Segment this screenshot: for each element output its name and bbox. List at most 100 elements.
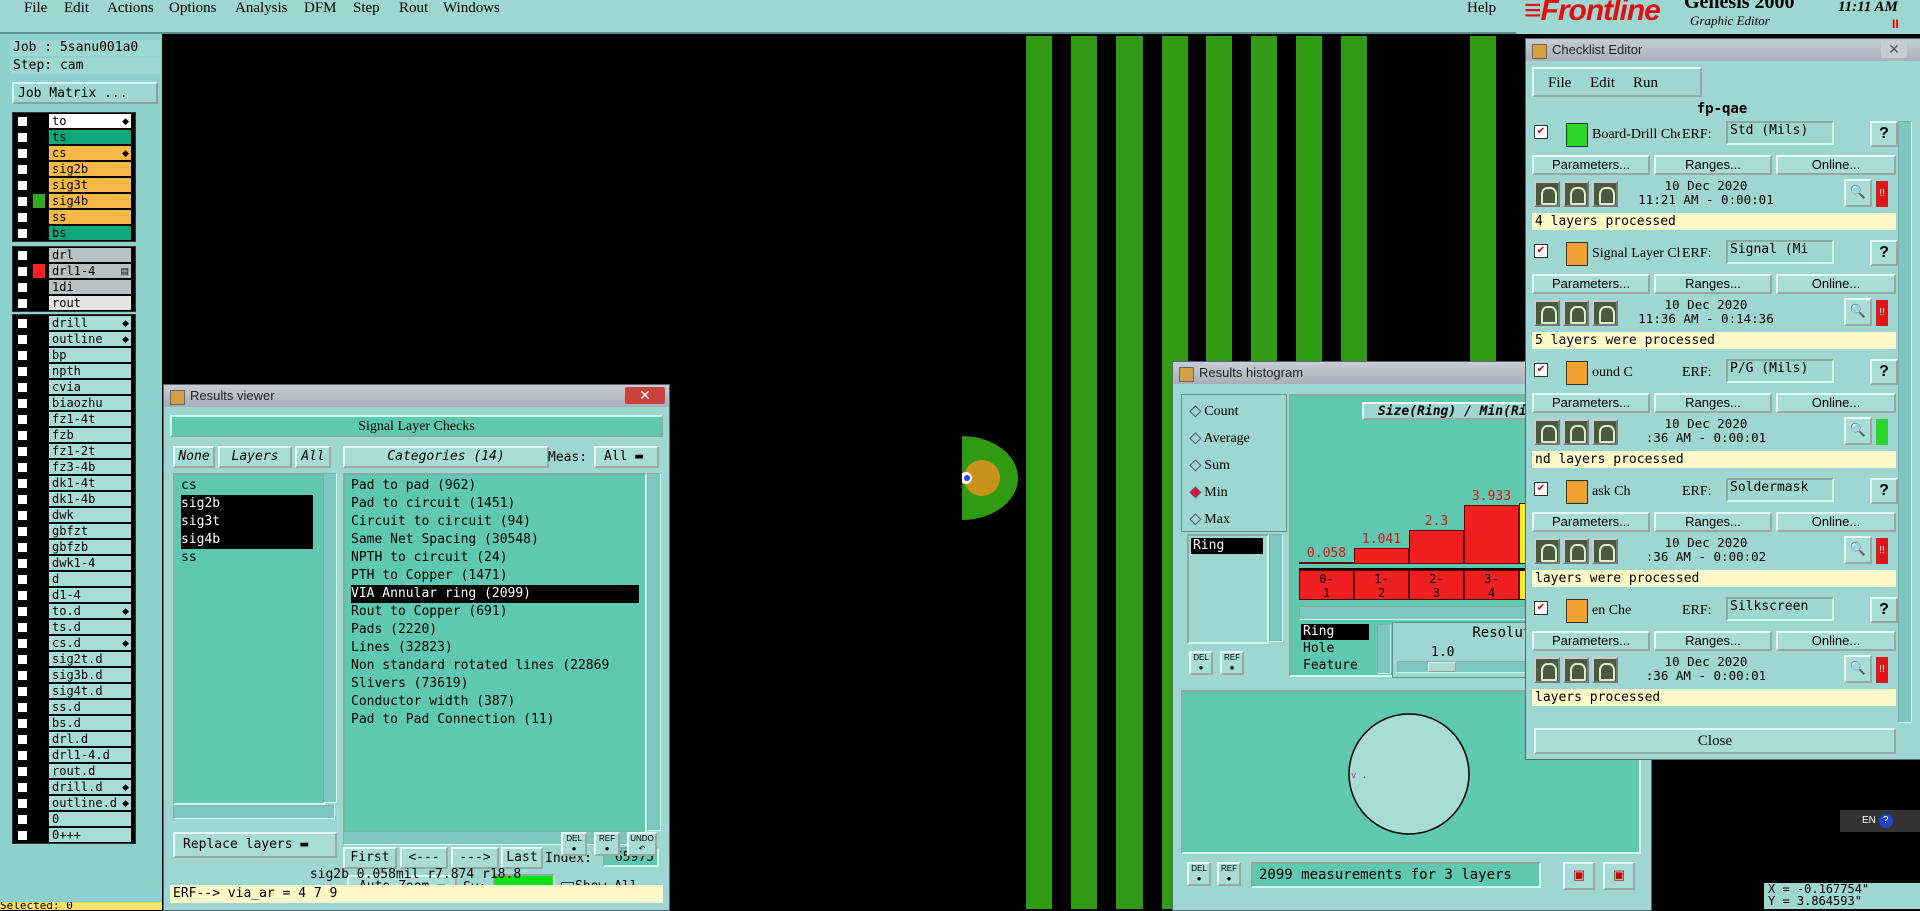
menu-options[interactable]: Options <box>169 0 217 16</box>
layer-checkbox[interactable] <box>17 718 28 729</box>
check-enable-checkbox[interactable]: ✔ <box>1534 601 1548 615</box>
category-item[interactable]: Lines (32823) <box>351 639 639 657</box>
category-item[interactable]: Pad to circuit (1451) <box>351 495 639 513</box>
layer-name[interactable]: gbfzt <box>49 524 131 538</box>
layer-name[interactable]: 0+++ <box>49 828 131 842</box>
layer-name[interactable]: dk1-4b <box>49 492 131 506</box>
menu-dfm[interactable]: DFM <box>304 0 337 16</box>
online-button[interactable]: Online... <box>1776 512 1896 532</box>
via-pad[interactable] <box>962 436 1018 520</box>
layer-row-1di[interactable]: 1di <box>13 279 135 295</box>
layer-row-dk1-4b[interactable]: dk1-4b <box>13 491 135 507</box>
layer-name[interactable]: drl.d <box>49 732 131 746</box>
help-button[interactable]: ? <box>1870 121 1898 147</box>
layer-checkbox[interactable] <box>17 526 28 537</box>
layer-row-cvia[interactable]: cvia <box>13 379 135 395</box>
category-item[interactable]: Pad to Pad Connection (11) <box>351 711 639 729</box>
layer-checkbox[interactable] <box>17 670 28 681</box>
feature-list[interactable]: Ring Hole Feature <box>1299 624 1375 676</box>
layer-row-to.d[interactable]: to.d ◆ <box>13 603 135 619</box>
layer-row-ss[interactable]: ss <box>13 209 135 225</box>
run-all-icon[interactable] <box>1563 300 1589 326</box>
run-all-icon[interactable] <box>1563 657 1589 683</box>
layer-row-rout.d[interactable]: rout.d <box>13 763 135 779</box>
layer-name[interactable]: drill.d <box>49 780 131 794</box>
layer-list-hscrollbar[interactable] <box>173 805 335 819</box>
layer-row-drl.d[interactable]: drl.d <box>13 731 135 747</box>
layer-checkbox[interactable] <box>17 654 28 665</box>
layer-checkbox[interactable] <box>17 478 28 489</box>
layer-row-outline.d[interactable]: outline.d ◆ <box>13 795 135 811</box>
layer-checkbox[interactable] <box>17 430 28 441</box>
layer-row-outline[interactable]: outline ◆ <box>13 331 135 347</box>
help-button[interactable]: ? <box>1870 359 1898 385</box>
layer-name[interactable]: 0 <box>49 812 131 826</box>
layer-checkbox[interactable] <box>17 398 28 409</box>
layer-row-dk1-4t[interactable]: dk1-4t <box>13 475 135 491</box>
layer-name[interactable]: ss.d <box>49 700 131 714</box>
layer-row-sig3t[interactable]: sig3t <box>13 177 135 193</box>
layer-row-drl1-4.d[interactable]: drl1-4.d <box>13 747 135 763</box>
layer-row-fz3-4b[interactable]: fz3-4b <box>13 459 135 475</box>
results-icon[interactable] <box>1592 419 1618 445</box>
layer-row-dwk[interactable]: dwk <box>13 507 135 523</box>
layer-row-bs.d[interactable]: bs.d <box>13 715 135 731</box>
layer-checkbox[interactable] <box>17 494 28 505</box>
category-item[interactable]: Pad to pad (962) <box>351 477 639 495</box>
meas-dropdown[interactable]: All ▬ <box>594 446 659 468</box>
layer-name[interactable]: sig2t.d <box>49 652 131 666</box>
layer-checkbox[interactable] <box>17 414 28 425</box>
run-all-icon[interactable] <box>1563 181 1589 207</box>
layer-row-drill.d[interactable]: drill.d ◆ <box>13 779 135 795</box>
layer-checkbox[interactable] <box>17 622 28 633</box>
erf-field[interactable]: Std (Mils) <box>1726 121 1834 145</box>
layer-row-npth[interactable]: npth <box>13 363 135 379</box>
layer-name[interactable]: d <box>49 572 131 586</box>
parameters-button[interactable]: Parameters... <box>1532 155 1650 175</box>
layer-name[interactable]: ts <box>49 130 131 144</box>
layer-name[interactable]: npth <box>49 364 131 378</box>
layer-checkbox[interactable] <box>17 590 28 601</box>
run-icon[interactable] <box>1534 657 1560 683</box>
category-item[interactable]: Non standard rotated lines (22869 <box>351 657 639 675</box>
online-button[interactable]: Online... <box>1776 274 1896 294</box>
layer-row-fz1-2t[interactable]: fz1-2t <box>13 443 135 459</box>
run-icon[interactable] <box>1534 538 1560 564</box>
layer-row-gbfzb[interactable]: gbfzb <box>13 539 135 555</box>
job-matrix-button[interactable]: Job Matrix ... <box>12 82 158 104</box>
layer-checkbox[interactable] <box>17 462 28 473</box>
close-checklist-button[interactable]: Close <box>1534 728 1896 754</box>
layer-checkbox[interactable] <box>17 282 28 293</box>
layer-checkbox[interactable] <box>17 606 28 617</box>
menu-windows[interactable]: Windows <box>443 0 500 16</box>
histogram-list[interactable]: Ring <box>1187 534 1269 644</box>
ref-icon[interactable]: REF ● <box>1217 862 1241 886</box>
layer-row-fzb[interactable]: fzb <box>13 427 135 443</box>
histogram-bar[interactable] <box>1354 548 1409 564</box>
run-icon[interactable] <box>1534 181 1560 207</box>
zoom-icon[interactable]: 🔍 <box>1844 298 1872 326</box>
parameters-button[interactable]: Parameters... <box>1532 631 1650 651</box>
histogram-bin-label[interactable]: 3- 4 <box>1464 570 1519 600</box>
parameters-button[interactable]: Parameters... <box>1532 512 1650 532</box>
layer-checkbox[interactable] <box>17 228 28 239</box>
layer-name[interactable]: bs <box>49 226 131 240</box>
layer-name[interactable]: ss <box>49 210 131 224</box>
layer-checkbox[interactable] <box>17 510 28 521</box>
histogram-bin-label[interactable]: 0- 1 <box>1299 570 1354 600</box>
layer-name[interactable]: dwk1-4 <box>49 556 131 570</box>
layer-name[interactable]: cvia <box>49 380 131 394</box>
category-item[interactable]: Conductor width (387) <box>351 693 639 711</box>
layer-name[interactable]: bp <box>49 348 131 362</box>
run-all-icon[interactable] <box>1563 538 1589 564</box>
erf-field[interactable]: P/G (Mils) <box>1726 359 1834 383</box>
histogram-list-scrollbar[interactable] <box>1269 534 1283 642</box>
del-icon[interactable]: DEL ● <box>1187 862 1211 886</box>
ref-icon[interactable]: REF ● <box>1220 651 1244 675</box>
ranges-button[interactable]: Ranges... <box>1654 393 1772 413</box>
help-button[interactable]: ? <box>1870 240 1898 266</box>
list-item-ring[interactable]: Ring <box>1191 538 1263 554</box>
menu-help[interactable]: Help <box>1467 0 1496 16</box>
online-button[interactable]: Online... <box>1776 393 1896 413</box>
layer-name[interactable]: 1di <box>49 280 131 294</box>
